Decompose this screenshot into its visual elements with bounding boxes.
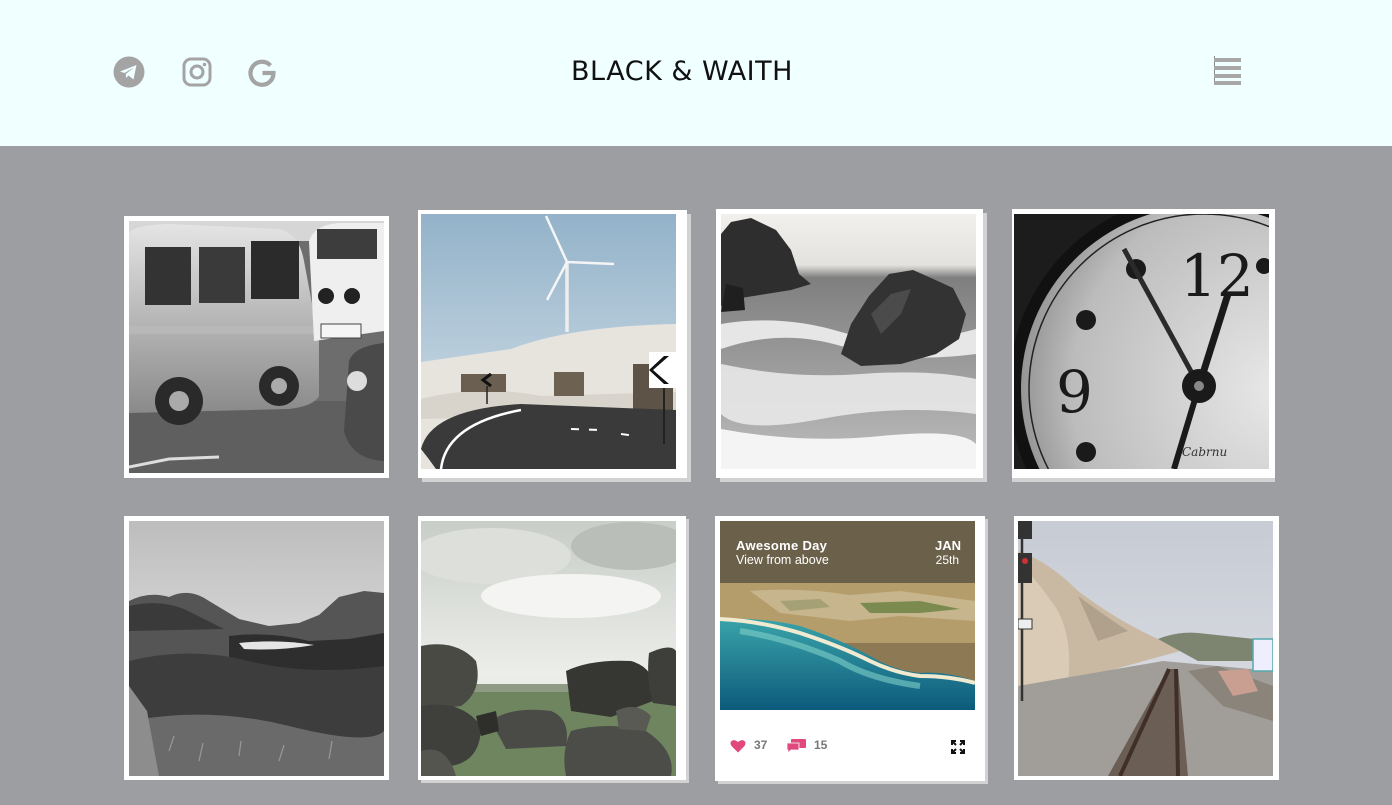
wind-turbine-road-photo[interactable] [418, 210, 687, 478]
vintage-van-photo[interactable] [124, 216, 389, 478]
svg-text:Cabrnu: Cabrnu [1182, 445, 1227, 459]
heart-icon[interactable] [730, 738, 746, 757]
comments-icon[interactable] [786, 738, 806, 757]
svg-text:9: 9 [1056, 358, 1093, 426]
likes-count: 37 [754, 738, 768, 752]
card-day: 25th [935, 553, 959, 567]
aerial-coast-photo[interactable]: Awesome Day View from above JAN 25th [720, 521, 975, 710]
boulders-field-photo[interactable] [418, 516, 686, 780]
sea-rocks-photo[interactable] [716, 209, 983, 478]
card-month: JAN [934, 538, 961, 553]
photo-caption-overlay: Awesome Day View from above JAN 25th [720, 521, 975, 583]
card-subtitle: View from above [736, 553, 829, 567]
mountain-valley-photo[interactable] [124, 516, 389, 780]
card-title: Awesome Day [736, 538, 828, 553]
site-title: BLACK & WAITH [571, 56, 793, 87]
railway-track-photo[interactable] [1014, 516, 1279, 780]
hamburger-menu-icon[interactable] [1210, 56, 1244, 88]
site-header: BLACK & WAITH [0, 0, 1392, 146]
svg-text:12: 12 [1180, 242, 1254, 310]
comments-count: 15 [814, 738, 828, 752]
expand-icon[interactable] [951, 739, 965, 758]
clock-face-photo[interactable]: 12 9 Cabrnu [1012, 209, 1275, 478]
featured-photo-card[interactable]: Awesome Day View from above JAN 25th 37 … [715, 516, 985, 781]
